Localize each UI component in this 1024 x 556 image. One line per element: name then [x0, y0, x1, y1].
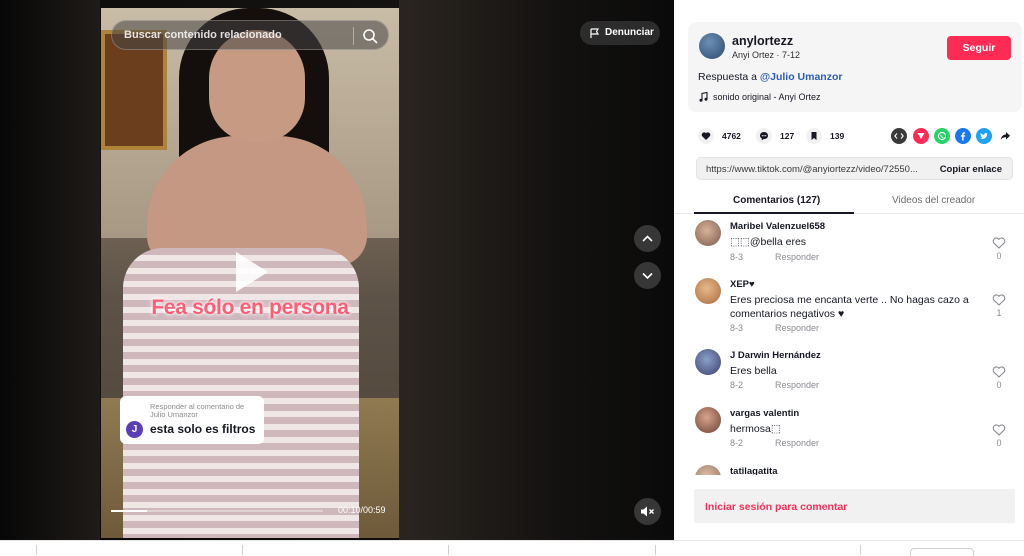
reply-button[interactable]: Responder: [775, 438, 819, 448]
mute-button[interactable]: [634, 498, 661, 525]
login-to-comment-link[interactable]: Iniciar sesión para comentar: [705, 501, 847, 513]
comment-date: 8-2: [730, 380, 744, 390]
commenter-avatar[interactable]: [695, 465, 721, 475]
details-panel: anylortezz Anyi Ortez · 7-12 Seguir Resp…: [674, 0, 1024, 540]
comment-date: 8-2: [730, 438, 744, 448]
sound-link[interactable]: sonido original - Anyi Ortez: [713, 92, 821, 102]
author-username[interactable]: anylortezz: [732, 34, 793, 48]
strip-control[interactable]: [910, 548, 974, 556]
video-time: 00:10/00:59: [338, 505, 386, 515]
video-caption: Fea sólo en persona: [151, 296, 349, 319]
heart-outline-icon[interactable]: [992, 366, 1006, 378]
comment-count: 127: [780, 131, 795, 141]
repost-button[interactable]: [913, 128, 929, 144]
video-person-shoulders: [147, 136, 367, 266]
comment-like-count: 0: [996, 251, 1002, 261]
video-url[interactable]: https://www.tiktok.com/@anyiortezz/video…: [706, 164, 932, 175]
previous-video-button[interactable]: [634, 225, 661, 252]
reply-button[interactable]: Responder: [775, 380, 819, 390]
login-to-comment-bar[interactable]: Iniciar sesión para comentar: [694, 489, 1015, 523]
reply-sticker-avatar: J: [126, 421, 143, 438]
commenter-avatar[interactable]: [695, 220, 721, 246]
facebook-button[interactable]: [955, 128, 971, 144]
comment-bubble-icon: [760, 132, 768, 141]
commenter-name[interactable]: XEP♥: [730, 279, 755, 290]
comment-date: 8-3: [730, 323, 744, 333]
search-input[interactable]: Buscar contenido relacionado: [111, 20, 389, 50]
comment-like-count: 0: [996, 438, 1002, 448]
like-button[interactable]: [698, 128, 714, 144]
description-prefix: Respuesta a: [698, 71, 760, 83]
commenter-name[interactable]: J Darwin Hernández: [730, 350, 821, 361]
search-icon[interactable]: [362, 28, 378, 44]
whatsapp-button[interactable]: [934, 128, 950, 144]
copy-link-field[interactable]: https://www.tiktok.com/@anyiortezz/video…: [696, 157, 1013, 180]
comment-text: Eres preciosa me encanta verte .. No hag…: [730, 294, 969, 320]
search-divider: [353, 27, 354, 45]
author-avatar[interactable]: [699, 33, 725, 59]
comment-list[interactable]: Maribel Valenzuel658 ⬚⬚@bella eres 8-3 R…: [674, 215, 1024, 475]
comment-tabs: Comentarios (127) Videos del creador: [674, 188, 1024, 214]
twitter-button[interactable]: [976, 128, 992, 144]
like-count: 4762: [722, 131, 741, 141]
chevron-up-icon: [642, 235, 653, 242]
commenter-name[interactable]: vargas valentin: [730, 408, 799, 419]
reply-sticker-text: esta solo es filtros: [150, 422, 256, 436]
commenter-name[interactable]: Maribel Valenzuel658: [730, 221, 825, 232]
reply-sticker-heading: Responder al comentario de Julio Umanzor: [150, 402, 245, 419]
commenter-avatar[interactable]: [695, 278, 721, 304]
search-placeholder: Buscar contenido relacionado: [124, 29, 282, 41]
tab-creator-videos[interactable]: Videos del creador: [892, 195, 975, 206]
description-mention-link[interactable]: @Julio Umanzor: [760, 71, 843, 83]
commenter-avatar[interactable]: [695, 407, 721, 433]
follow-button[interactable]: Seguir: [947, 36, 1011, 60]
active-tab-indicator: [694, 212, 854, 214]
commenter-avatar[interactable]: [695, 349, 721, 375]
comment-text: hermosa⬚: [730, 423, 781, 435]
music-note-icon: [699, 92, 708, 102]
flag-icon: [590, 28, 600, 38]
heart-outline-icon[interactable]: [992, 424, 1006, 436]
video-stage: Fea sólo en persona Responder al comenta…: [0, 0, 674, 540]
chevron-down-icon: [642, 272, 653, 280]
comment-like-count: 0: [996, 380, 1002, 390]
comment-text: Eres bella: [730, 365, 777, 377]
play-icon[interactable]: [236, 252, 268, 292]
more-share-button[interactable]: [997, 128, 1013, 144]
video-description: Respuesta a @Julio Umanzor: [698, 71, 842, 83]
comment-button[interactable]: [756, 128, 772, 144]
report-label: Denunciar: [605, 27, 654, 38]
next-video-button[interactable]: [634, 262, 661, 289]
embed-button[interactable]: [891, 128, 907, 144]
commenter-name[interactable]: tatilagatita: [730, 466, 778, 475]
heart-icon: [701, 132, 711, 140]
video-progress-bar[interactable]: [111, 510, 323, 512]
bottom-strip: [0, 540, 1024, 556]
repost-icon: [917, 133, 925, 139]
bookmark-icon: [811, 132, 817, 140]
reply-button[interactable]: Responder: [775, 323, 819, 333]
save-count: 139: [830, 131, 845, 141]
tab-comments[interactable]: Comentarios (127): [733, 195, 820, 206]
comment-like-count: 1: [996, 308, 1002, 318]
report-button[interactable]: Denunciar: [580, 21, 660, 45]
heart-outline-icon[interactable]: [992, 237, 1006, 249]
facebook-icon: [960, 132, 966, 141]
heart-outline-icon[interactable]: [992, 294, 1006, 306]
whatsapp-icon: [937, 131, 947, 141]
author-display-date: Anyi Ortez · 7-12: [732, 50, 801, 60]
save-button[interactable]: [806, 128, 822, 144]
muted-speaker-icon: [641, 506, 654, 517]
comment-text: ⬚⬚@bella eres: [730, 236, 807, 248]
comment-date: 8-3: [730, 252, 744, 262]
embed-icon: [894, 133, 904, 139]
twitter-icon: [980, 133, 988, 139]
copy-link-button[interactable]: Copiar enlace: [940, 164, 1002, 175]
author-card: anylortezz Anyi Ortez · 7-12 Seguir Resp…: [688, 22, 1022, 112]
share-arrow-icon: [1000, 132, 1010, 140]
reply-button[interactable]: Responder: [775, 252, 819, 262]
video-progress-fill: [111, 510, 148, 512]
reply-sticker: Responder al comentario de Julio Umanzor…: [120, 396, 264, 444]
